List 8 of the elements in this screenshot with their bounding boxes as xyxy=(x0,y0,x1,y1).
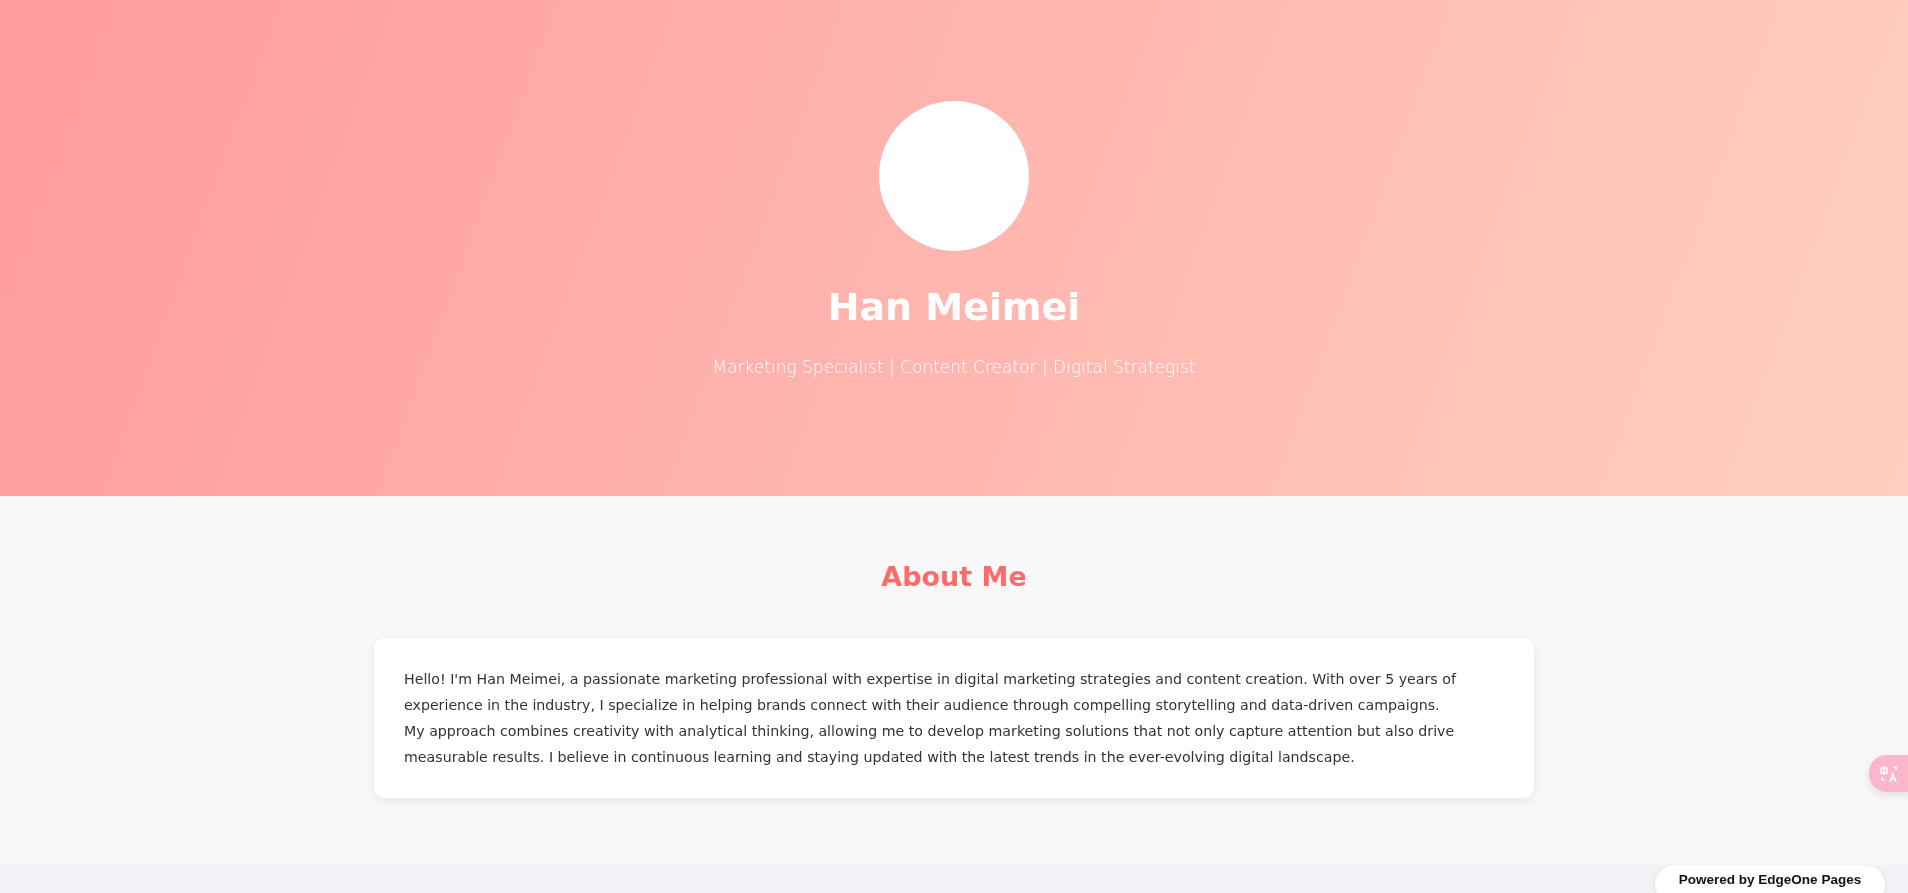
tagline: Marketing Specialist | Content Creator | Digital Strategist xyxy=(712,356,1196,379)
powered-by-badge[interactable]: Powered by EdgeOne Pages xyxy=(1655,865,1885,893)
section-heading: About Me xyxy=(881,560,1027,594)
bio-paragraph: Hello! I'm Han Meimei, a passionate marketing professional with expertise in digital marketing strategies and content creation. With over 5 years of experience in the industry, I specialize in helping brands connect with their audience through compelling storytelling and data-driven campaigns. xyxy=(404,670,1458,715)
translate-button[interactable] xyxy=(1869,755,1908,792)
translate-icon xyxy=(1879,763,1899,784)
profile-name: Han Meimei xyxy=(827,284,1081,331)
bio-paragraph: My approach combines creativity with analytical thinking, allowing me to develop marketing solutions that not only capture attention but also drive measurable results. I believe in continuous learning and staying updated with the latest trends in the ever-evolving digital landscape. xyxy=(404,722,1456,767)
